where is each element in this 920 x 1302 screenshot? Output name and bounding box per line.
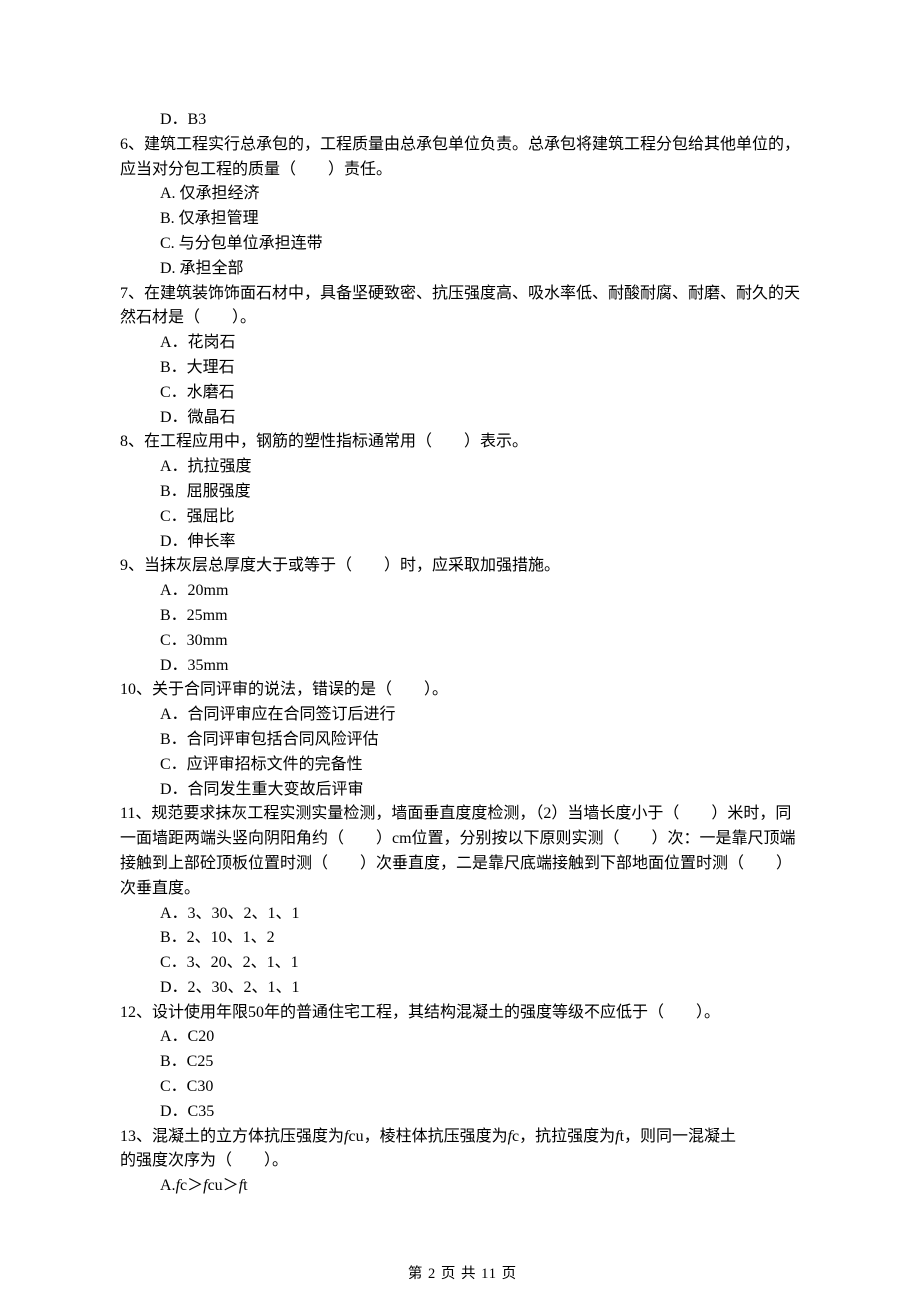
- q13-t: t，则同一混凝土: [620, 1128, 736, 1145]
- q13-option-a: A.fc＞fcu＞ft: [120, 1174, 805, 1199]
- q6-option-b: B. 仅承担管理: [120, 207, 805, 232]
- q8-text: 8、在工程应用中，钢筋的塑性指标通常用（ ）表示。: [120, 430, 805, 455]
- q11-option-b: B．2、10、1、2: [120, 926, 805, 951]
- q7-text: 7、在建筑装饰饰面石材中，具备坚硬致密、抗压强度高、吸水率低、耐酸耐腐、耐磨、耐…: [120, 282, 805, 332]
- q13-a-t3: t: [243, 1177, 247, 1194]
- q5-option-d: D．B3: [120, 108, 805, 133]
- q10-option-c: C．应评审招标文件的完备性: [120, 753, 805, 778]
- q6-option-a: A. 仅承担经济: [120, 182, 805, 207]
- q8-option-b: B．屈服强度: [120, 480, 805, 505]
- q6-text: 6、建筑工程实行总承包的，工程质量由总承包单位负责。总承包将建筑工程分包给其他单…: [120, 133, 805, 183]
- q11-option-c: C．3、20、2、1、1: [120, 951, 805, 976]
- q13-a-t1: c＞: [180, 1177, 203, 1194]
- q9-option-a: A．20mm: [120, 579, 805, 604]
- q13-cu: cu，棱柱体抗压强度为: [348, 1128, 507, 1145]
- q9-option-b: B．25mm: [120, 604, 805, 629]
- q13-pre: 13、混凝土的立方体抗压强度为: [120, 1128, 344, 1145]
- q9-text: 9、当抹灰层总厚度大于或等于（ ）时，应采取加强措施。: [120, 554, 805, 579]
- q13-c: c，抗拉强度为: [512, 1128, 615, 1145]
- q10-text: 10、关于合同评审的说法，错误的是（ ）。: [120, 678, 805, 703]
- q9-option-c: C．30mm: [120, 629, 805, 654]
- q9-option-d: D．35mm: [120, 654, 805, 679]
- q7-option-c: C．水磨石: [120, 381, 805, 406]
- q12-option-b: B．C25: [120, 1050, 805, 1075]
- page-footer: 第 2 页 共 11 页: [120, 1263, 805, 1285]
- q11-option-a: A．3、30、2、1、1: [120, 902, 805, 927]
- q10-option-b: B．合同评审包括合同风险评估: [120, 728, 805, 753]
- q12-option-c: C．C30: [120, 1075, 805, 1100]
- q8-option-d: D．伸长率: [120, 530, 805, 555]
- q13-a-lead: A.: [160, 1177, 176, 1194]
- q13-text: 13、混凝土的立方体抗压强度为fcu，棱柱体抗压强度为fc，抗拉强度为ft，则同…: [120, 1125, 805, 1150]
- q8-option-c: C．强屈比: [120, 505, 805, 530]
- q12-option-a: A．C20: [120, 1025, 805, 1050]
- q10-option-a: A．合同评审应在合同签订后进行: [120, 703, 805, 728]
- q13-a-t2: cu＞: [208, 1177, 239, 1194]
- q6-option-c: C. 与分包单位承担连带: [120, 232, 805, 257]
- q13-line2: 的强度次序为（ ）。: [120, 1149, 805, 1174]
- q6-option-d: D. 承担全部: [120, 257, 805, 282]
- q7-option-b: B．大理石: [120, 356, 805, 381]
- q10-option-d: D．合同发生重大变故后评审: [120, 778, 805, 803]
- q8-option-a: A．抗拉强度: [120, 455, 805, 480]
- q12-text: 12、设计使用年限50年的普通住宅工程，其结构混凝土的强度等级不应低于（ ）。: [120, 1001, 805, 1026]
- q11-text: 11、规范要求抹灰工程实测实量检测，墙面垂直度度检测，（2）当墙长度小于（ ）米…: [120, 802, 805, 901]
- q11-option-d: D．2、30、2、1、1: [120, 976, 805, 1001]
- q7-option-a: A．花岗石: [120, 331, 805, 356]
- q12-option-d: D．C35: [120, 1100, 805, 1125]
- q7-option-d: D．微晶石: [120, 406, 805, 431]
